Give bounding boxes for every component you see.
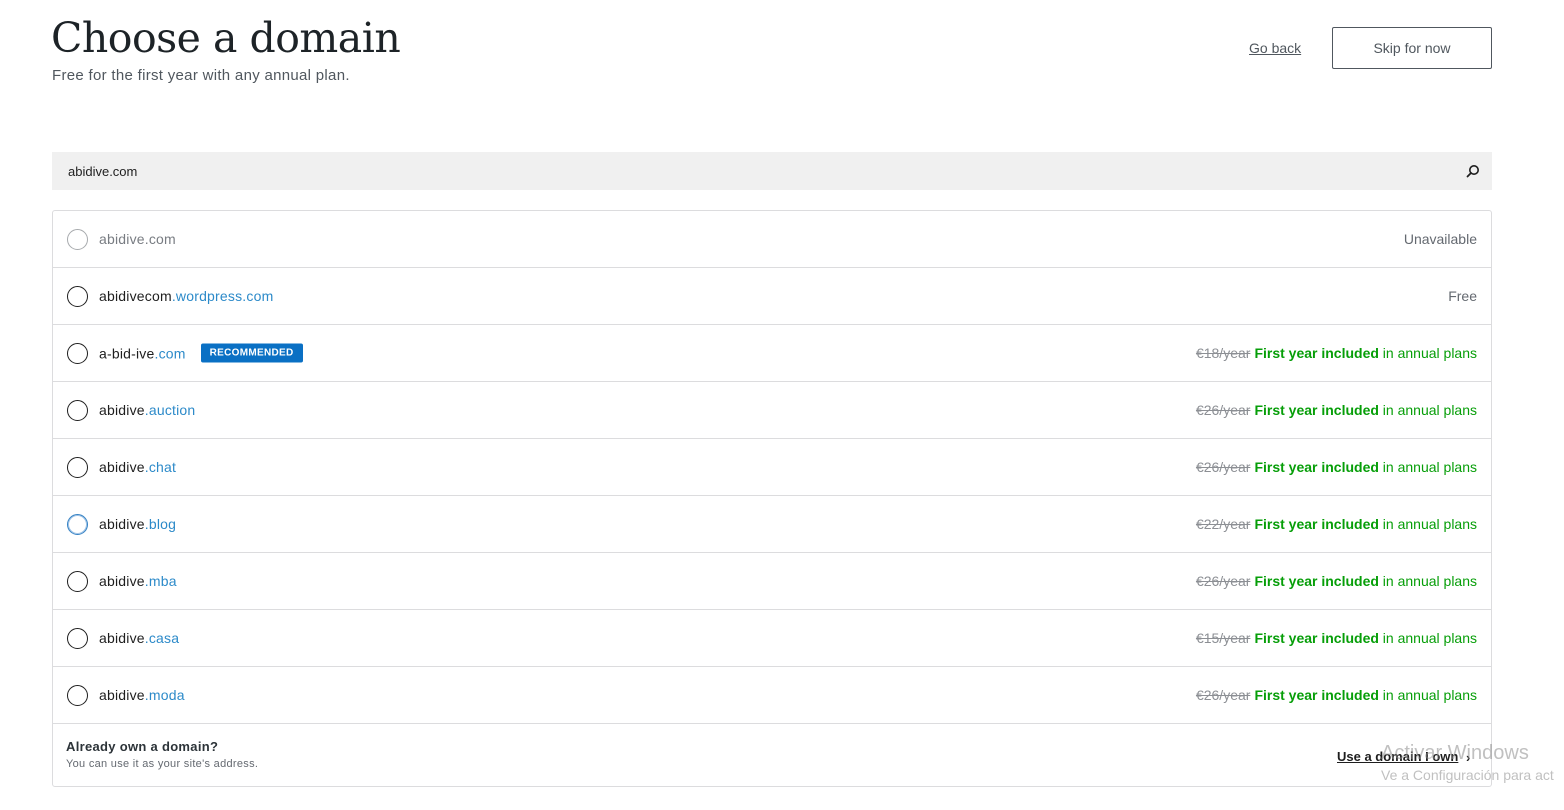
included-suffix: in annual plans [1378, 516, 1477, 532]
domain-tld: .moda [144, 687, 185, 703]
domain-row[interactable]: abidive .casa €15/year First year included … [53, 610, 1491, 667]
domain-price: Unavailable [1403, 231, 1477, 247]
domain-name: abidive .mba [99, 573, 177, 589]
original-price: €26/year [1195, 459, 1251, 475]
included-suffix: in annual plans [1378, 687, 1477, 703]
domain-price: €22/year First year included in annual pl… [1196, 516, 1477, 532]
included-suffix: in annual plans [1378, 459, 1477, 475]
domain-name: abidive .casa [99, 630, 179, 646]
domain-radio[interactable] [67, 286, 88, 307]
domain-row[interactable]: abidive .chat €26/year First year included … [53, 439, 1491, 496]
included-label: First year included [1254, 630, 1379, 646]
page-subtitle: Free for the first year with any annual … [52, 67, 350, 84]
domain-radio [67, 229, 88, 250]
domain-row[interactable]: abidive .blog €22/year First year included … [53, 496, 1491, 553]
domain-tld: .mba [144, 573, 177, 589]
domain-price: Free [1448, 288, 1477, 304]
domain-base: abidive.com [99, 231, 176, 247]
domain-base: abidive [99, 402, 145, 418]
domain-tld: .auction [144, 402, 196, 418]
domain-radio[interactable] [67, 628, 88, 649]
included-label: First year included [1254, 345, 1379, 361]
original-price: €26/year [1195, 402, 1251, 418]
domain-row[interactable]: abidivecom .wordpress.com Free [53, 268, 1491, 325]
domain-radio[interactable] [67, 571, 88, 592]
domain-search-input[interactable] [52, 152, 1454, 190]
go-back-link[interactable]: Go back [1249, 40, 1301, 56]
windows-watermark-title: Activar Windows [1381, 742, 1529, 764]
domain-radio[interactable] [67, 685, 88, 706]
domain-row[interactable]: abidive .mba €26/year First year included i… [53, 553, 1491, 610]
domain-base: abidive [99, 687, 145, 703]
included-label: First year included [1254, 573, 1379, 589]
domain-tld: .casa [144, 630, 180, 646]
own-domain-subtitle: You can use it as your site's address. [66, 758, 259, 770]
domain-price: €18/year First year included in annual pl… [1196, 345, 1477, 361]
included-label: First year included [1254, 402, 1379, 418]
domain-price: €26/year First year included in annual pl… [1196, 459, 1477, 475]
included-suffix: in annual plans [1378, 630, 1477, 646]
included-label: First year included [1254, 516, 1379, 532]
search-icon[interactable] [1454, 152, 1492, 190]
domain-radio[interactable] [67, 457, 88, 478]
own-domain-title: Already own a domain? [66, 739, 219, 754]
domain-base: a-bid-ive [99, 345, 155, 361]
domain-price: €26/year First year included in annual pl… [1196, 573, 1477, 589]
domain-picker-page: Choose a domain Free for the first year … [0, 0, 1564, 810]
domain-price: €26/year First year included in annual pl… [1196, 402, 1477, 418]
skip-button[interactable]: Skip for now [1332, 27, 1492, 69]
domain-tld: .blog [144, 516, 177, 532]
own-domain-section: Already own a domain? You can use it as … [53, 724, 1491, 787]
domain-tld: .wordpress.com [171, 288, 274, 304]
included-label: First year included [1254, 459, 1379, 475]
domain-suggestion-list: abidive.com Unavailable abidivecom .wordpre… [52, 210, 1492, 787]
domain-base: abidivecom [99, 288, 172, 304]
domain-row[interactable]: abidive .auction €26/year First year includ… [53, 382, 1491, 439]
included-suffix: in annual plans [1378, 573, 1477, 589]
included-label: First year included [1254, 687, 1379, 703]
domain-row: abidive.com Unavailable [53, 211, 1491, 268]
domain-base: abidive [99, 630, 145, 646]
domain-name: abidive .auction [99, 402, 195, 418]
domain-radio[interactable] [67, 343, 88, 364]
domain-base: abidive [99, 573, 145, 589]
domain-name: abidive .chat [99, 459, 176, 475]
included-suffix: in annual plans [1378, 402, 1477, 418]
windows-watermark-subtitle: Ve a Configuración para act [1381, 767, 1554, 783]
domain-radio[interactable] [67, 514, 88, 535]
domain-name: abidive .moda [99, 687, 185, 703]
domain-radio[interactable] [67, 400, 88, 421]
page-title: Choose a domain [51, 14, 401, 62]
included-suffix: in annual plans [1378, 345, 1477, 361]
domain-row[interactable]: a-bid-ive .com RECOMMENDED €18/year First ye… [53, 325, 1491, 382]
domain-name: abidivecom .wordpress.com [99, 288, 273, 304]
domain-price: €26/year First year included in annual pl… [1196, 687, 1477, 703]
domain-name: abidive.com [99, 231, 176, 247]
original-price: €26/year [1195, 573, 1251, 589]
original-price: €22/year [1195, 516, 1251, 532]
original-price: €18/year [1195, 345, 1251, 361]
domain-base: abidive [99, 459, 145, 475]
domain-row[interactable]: abidive .moda €26/year First year included … [53, 667, 1491, 724]
domain-name: a-bid-ive .com RECOMMENDED [99, 343, 303, 363]
domain-name: abidive .blog [99, 516, 176, 532]
domain-price: €15/year First year included in annual pl… [1196, 630, 1477, 646]
recommended-badge: RECOMMENDED [200, 343, 303, 363]
domain-tld: .chat [144, 459, 177, 475]
original-price: €26/year [1195, 687, 1251, 703]
original-price: €15/year [1195, 630, 1251, 646]
domain-search-bar [52, 152, 1492, 190]
domain-tld: .com [154, 345, 186, 361]
domain-base: abidive [99, 516, 145, 532]
